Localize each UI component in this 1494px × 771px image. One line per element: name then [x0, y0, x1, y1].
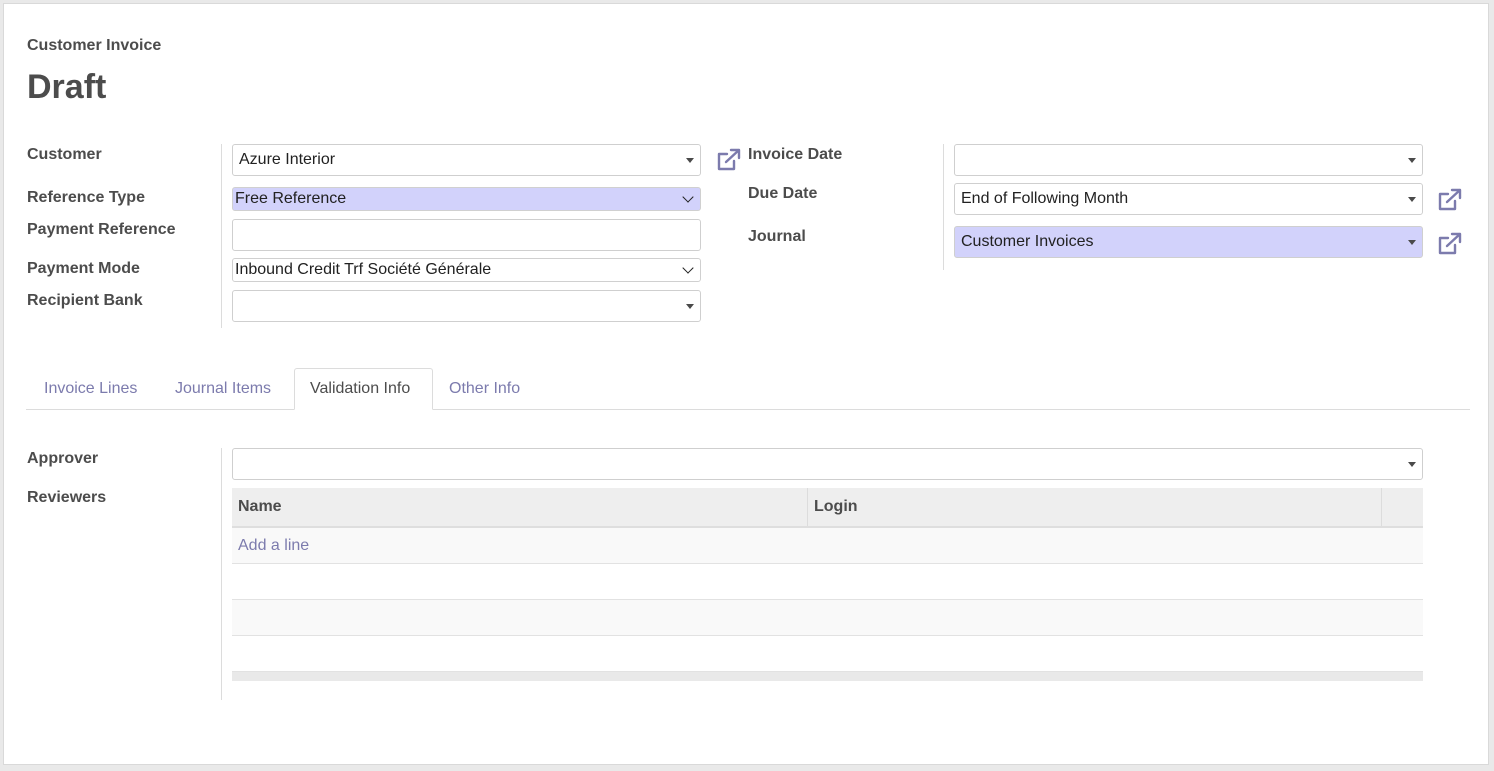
- tab-validation-info[interactable]: Validation Info: [294, 368, 433, 410]
- journal-field[interactable]: Customer Invoices: [954, 226, 1423, 258]
- recipient-bank-field[interactable]: [232, 290, 701, 322]
- column-header-login[interactable]: Login: [808, 488, 1381, 526]
- journal-label: Journal: [748, 228, 806, 245]
- payment-mode-select[interactable]: Inbound Credit Trf Société Générale: [232, 258, 701, 282]
- reference-type-value: Free Reference: [235, 190, 347, 207]
- right-group-divider: [943, 144, 944, 270]
- reference-type-select[interactable]: Free Reference: [232, 187, 701, 211]
- table-row: [232, 600, 1423, 636]
- external-link-icon[interactable]: [716, 148, 742, 172]
- invoice-date-field[interactable]: [954, 144, 1423, 176]
- table-header: Name Login: [232, 488, 1423, 528]
- chevron-down-icon: [682, 191, 694, 203]
- table-footer: [232, 672, 1423, 681]
- left-group-divider: [221, 144, 222, 328]
- payment-reference-input[interactable]: [232, 219, 701, 251]
- due-date-field[interactable]: End of Following Month: [954, 183, 1423, 215]
- customer-field[interactable]: Azure Interior: [232, 144, 701, 176]
- due-date-label: Due Date: [748, 185, 818, 202]
- caret-down-icon: [686, 158, 694, 163]
- recipient-bank-label: Recipient Bank: [27, 292, 143, 309]
- reference-type-label: Reference Type: [27, 189, 145, 206]
- table-row: [232, 564, 1423, 600]
- form-sheet: Customer Invoice Draft Customer Azure In…: [3, 3, 1489, 765]
- table-row: [232, 636, 1423, 672]
- approver-field[interactable]: [232, 448, 1423, 480]
- caret-down-icon: [1408, 197, 1416, 202]
- record-title: Draft: [27, 68, 107, 106]
- caret-down-icon: [1408, 158, 1416, 163]
- customer-value: Azure Interior: [239, 151, 336, 168]
- approver-label: Approver: [27, 450, 99, 467]
- caret-down-icon: [1408, 240, 1416, 245]
- external-link-icon[interactable]: [1437, 232, 1463, 256]
- invoice-date-label: Invoice Date: [748, 146, 843, 163]
- payment-mode-label: Payment Mode: [27, 260, 140, 277]
- external-link-icon[interactable]: [1437, 188, 1463, 212]
- record-type-label: Customer Invoice: [27, 37, 162, 54]
- reviewers-table: Name Login Add a line: [232, 488, 1423, 681]
- caret-down-icon: [1408, 462, 1416, 467]
- due-date-value: End of Following Month: [961, 190, 1129, 207]
- validation-group-divider: [221, 448, 222, 700]
- payment-reference-label: Payment Reference: [27, 221, 176, 238]
- column-separator: [1381, 488, 1382, 526]
- column-header-name[interactable]: Name: [232, 488, 807, 526]
- customer-label: Customer: [27, 146, 102, 163]
- journal-value: Customer Invoices: [961, 233, 1094, 250]
- reviewers-label: Reviewers: [27, 489, 107, 506]
- chevron-down-icon: [682, 262, 694, 274]
- add-a-line-link[interactable]: Add a line: [238, 528, 309, 563]
- tab-other-info[interactable]: Other Info: [449, 368, 520, 410]
- tab-journal-items[interactable]: Journal Items: [175, 368, 271, 410]
- tab-invoice-lines[interactable]: Invoice Lines: [44, 368, 137, 410]
- table-row: Add a line: [232, 528, 1423, 564]
- caret-down-icon: [686, 304, 694, 309]
- payment-mode-value: Inbound Credit Trf Société Générale: [235, 261, 492, 278]
